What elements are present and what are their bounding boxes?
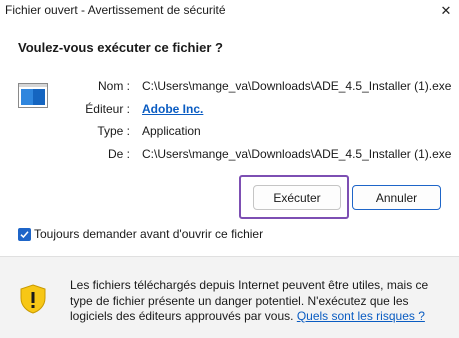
dialog-content: Voulez-vous exécuter ce fichier ? Nom : … xyxy=(0,22,459,256)
file-source-row: De : C:\Users\mange_va\Downloads\ADE_4.5… xyxy=(0,147,459,163)
window-title: Fichier ouvert - Avertissement de sécuri… xyxy=(5,3,226,17)
warning-footer: Les fichiers téléchargés depuis Internet… xyxy=(0,256,459,338)
always-ask-label: Toujours demander avant d'ouvrir ce fich… xyxy=(34,227,264,241)
file-type-value: Application xyxy=(142,124,201,138)
checkmark-icon xyxy=(20,231,29,239)
cancel-button[interactable]: Annuler xyxy=(352,185,441,210)
risks-link[interactable]: Quels sont les risques ? xyxy=(297,309,425,323)
close-button[interactable]: ✕ xyxy=(433,0,459,22)
always-ask-checkbox[interactable] xyxy=(18,228,31,241)
warning-message: Les fichiers téléchargés depuis Internet… xyxy=(70,278,450,325)
publisher-link[interactable]: Adobe Inc. xyxy=(142,102,203,116)
title-bar: Fichier ouvert - Avertissement de sécuri… xyxy=(0,0,459,22)
publisher-row: Éditeur : Adobe Inc. xyxy=(0,102,459,118)
file-source-value: C:\Users\mange_va\Downloads\ADE_4.5_Inst… xyxy=(142,147,452,161)
file-type-row: Type : Application xyxy=(0,124,459,140)
run-button[interactable]: Exécuter xyxy=(253,185,341,210)
file-type-label: Type : xyxy=(97,124,130,138)
file-name-value: C:\Users\mange_va\Downloads\ADE_4.5_Inst… xyxy=(142,79,452,93)
file-name-row: Nom : C:\Users\mange_va\Downloads\ADE_4.… xyxy=(0,79,459,95)
file-source-label: De : xyxy=(107,147,130,161)
file-name-label: Nom : xyxy=(97,79,130,93)
shield-warning-icon xyxy=(20,284,46,314)
publisher-label: Éditeur : xyxy=(85,102,130,116)
dialog-question: Voulez-vous exécuter ce fichier ? xyxy=(18,40,223,55)
